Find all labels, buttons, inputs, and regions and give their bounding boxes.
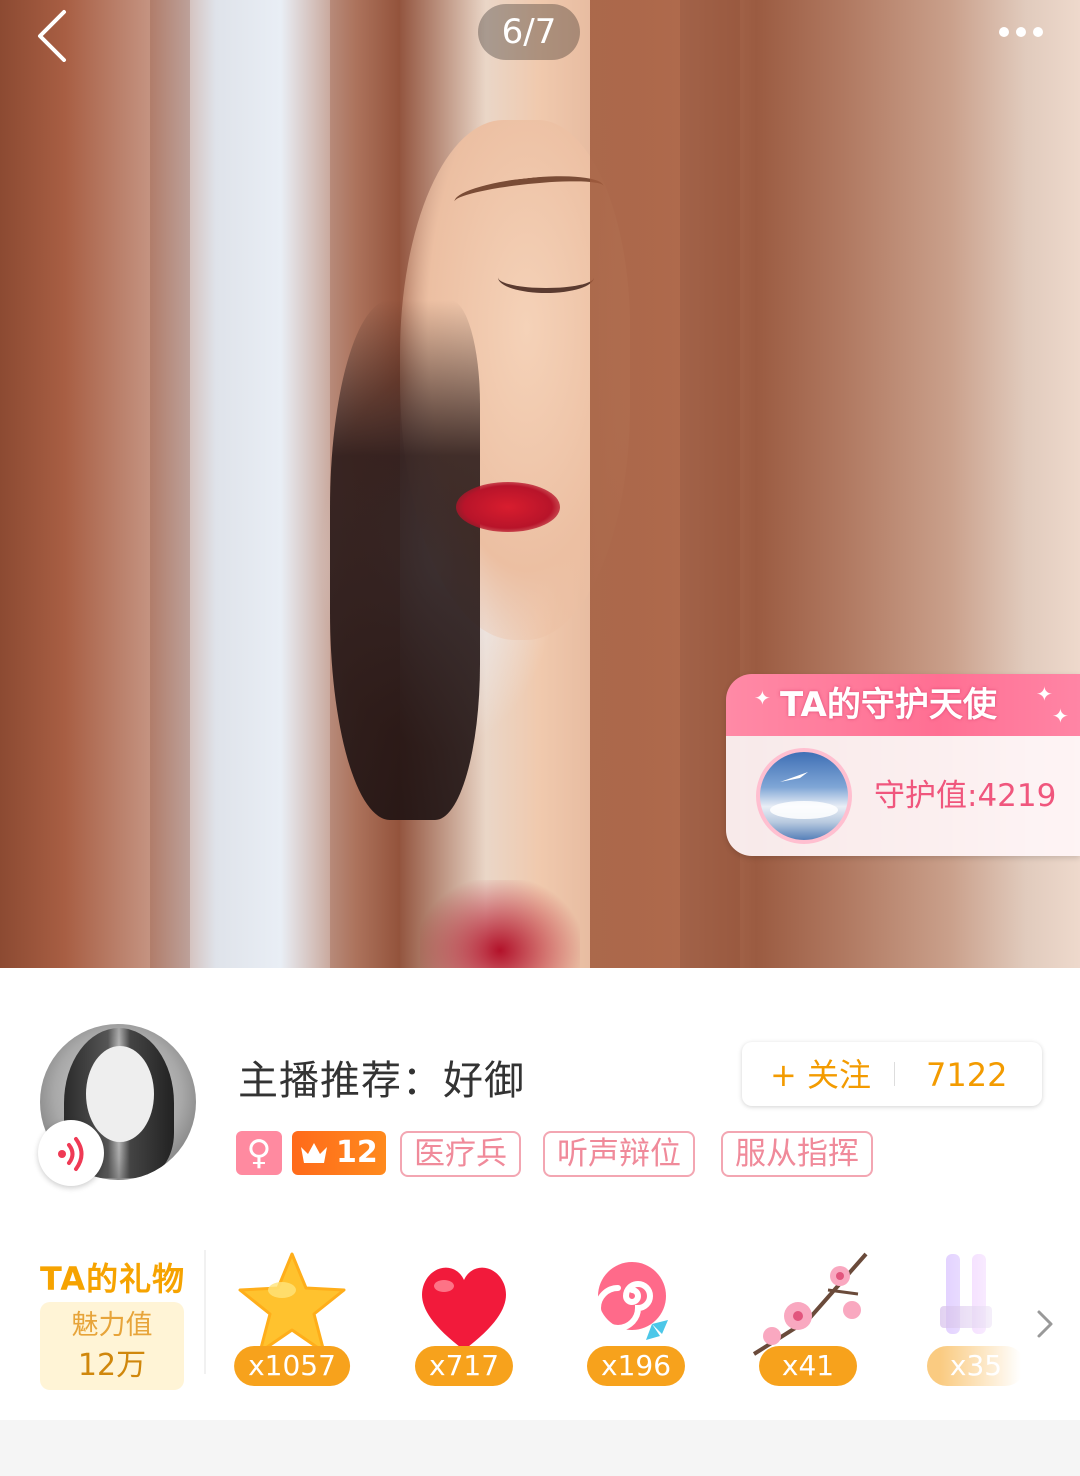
- curtain-front: [590, 0, 680, 968]
- gift-item[interactable]: x717: [394, 1250, 534, 1390]
- heart-icon: [422, 1267, 506, 1350]
- lips: [456, 482, 560, 532]
- tag: 服从指挥: [721, 1131, 873, 1177]
- sparkle-icon: ✦: [1052, 704, 1069, 728]
- tag: 听声辩位: [543, 1131, 695, 1177]
- more-button[interactable]: [994, 14, 1048, 50]
- gift-count: x1057: [234, 1346, 350, 1386]
- gender-badge: ♀: [236, 1131, 282, 1175]
- charm-value-box: 魅力值 12万: [40, 1302, 184, 1390]
- gift-item[interactable]: x1057: [222, 1250, 362, 1390]
- sparkle-icon: ✦: [754, 686, 771, 710]
- guardian-angel-card[interactable]: TA的守护天使 守护值:4219 ✦ ✦ ✦: [726, 674, 1080, 856]
- gifts-more-button[interactable]: [1030, 1304, 1060, 1344]
- charm-label: 魅力值: [71, 1310, 153, 1341]
- dress: [420, 880, 580, 968]
- hair: [330, 300, 480, 820]
- airplane-icon: [770, 772, 838, 819]
- streamer-title: 主播推荐：好御: [238, 1058, 525, 1104]
- gift-item[interactable]: x41: [738, 1250, 878, 1390]
- live-badge[interactable]: [38, 1120, 104, 1186]
- gift-item[interactable]: x196: [566, 1250, 706, 1390]
- more-icon: [999, 27, 1043, 37]
- gift-count: x196: [586, 1346, 686, 1386]
- follow-button[interactable]: + 关注 7122: [742, 1042, 1042, 1106]
- cherry-blossom-icon: [752, 1252, 868, 1356]
- level-badge: 12: [292, 1131, 386, 1175]
- guardian-avatar[interactable]: [756, 748, 852, 844]
- guardian-title: TA的守护天使: [726, 674, 1080, 736]
- curtain-fold: [150, 0, 190, 968]
- bottom-divider: [0, 1420, 1080, 1476]
- chevron-right-icon: [1037, 1310, 1053, 1338]
- charm-value: 12万: [77, 1348, 147, 1383]
- crown-icon: [301, 1143, 327, 1163]
- level-value: 12: [336, 1135, 378, 1170]
- lollipop-icon: [595, 1262, 668, 1340]
- sound-wave-icon: [58, 1137, 84, 1171]
- photo-counter: 6/7: [478, 4, 580, 60]
- eye: [498, 262, 594, 293]
- gift-count: x717: [414, 1346, 514, 1386]
- follower-count: 7122: [926, 1056, 1008, 1094]
- tag: 医疗兵: [400, 1131, 521, 1177]
- chevron-left-icon: [38, 10, 66, 62]
- gift-count: x41: [759, 1346, 857, 1386]
- back-button[interactable]: [30, 6, 86, 62]
- follow-label: + 关注: [770, 1056, 871, 1094]
- star-icon: [238, 1252, 346, 1354]
- sparkle-icon: ✦: [1036, 682, 1053, 706]
- gifts-title: TA的礼物: [40, 1260, 186, 1298]
- guardian-value: 守护值:4219: [874, 778, 1057, 814]
